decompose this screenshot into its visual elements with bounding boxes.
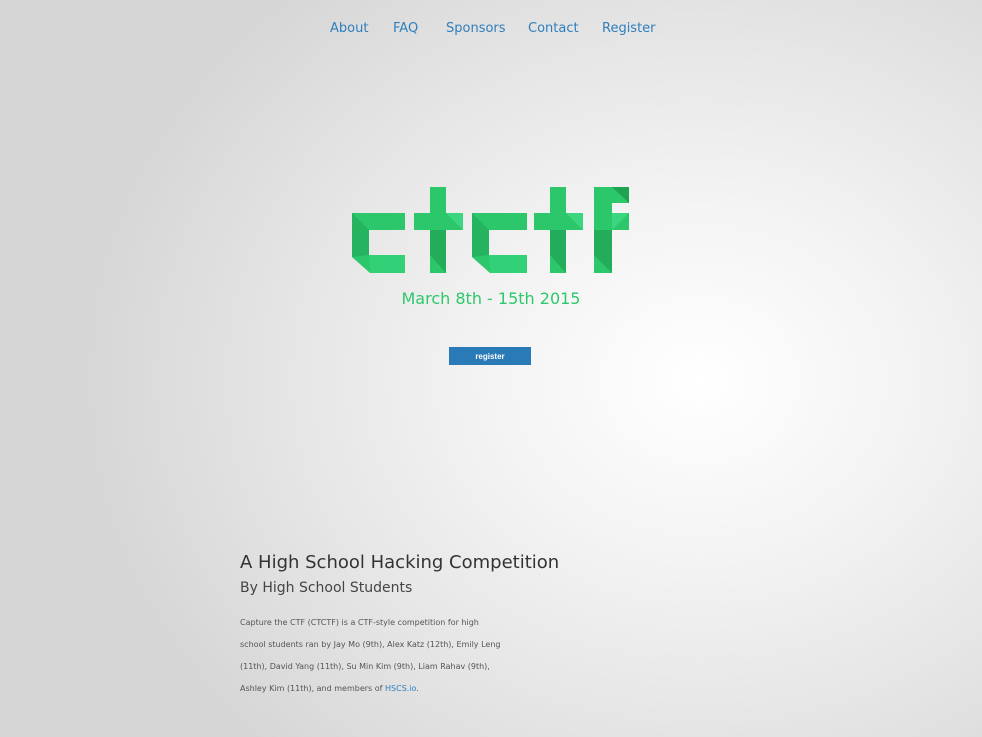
ctctf-logo <box>352 187 629 273</box>
about-line-2: school students ran by Jay Mo (9th), Ale… <box>240 640 501 649</box>
section-subheading: By High School Students <box>240 580 413 596</box>
logo-letter-f <box>594 187 629 273</box>
about-line-4: Ashley Kim (11th), and members of HSCS.i… <box>240 678 540 700</box>
about-paragraph: Capture the CTF (CTCTF) is a CTF-style c… <box>240 612 540 700</box>
about-line-3: (11th), David Yang (11th), Su Min Kim (9… <box>240 662 490 671</box>
logo-letter-t1 <box>414 187 463 273</box>
about-line-1: Capture the CTF (CTCTF) is a CTF-style c… <box>240 618 479 627</box>
nav-faq-link[interactable]: FAQ <box>393 19 418 39</box>
nav-contact-link[interactable]: Contact <box>528 19 579 39</box>
event-dates: March 8th - 15th 2015 <box>401 289 581 308</box>
nav-register-link[interactable]: Register <box>602 19 656 39</box>
hscs-link[interactable]: HSCS.io <box>385 684 416 693</box>
logo-letter-t2 <box>534 187 583 273</box>
logo-letter-c2 <box>472 213 527 273</box>
nav-about-link[interactable]: About <box>330 19 368 39</box>
about-line-4-suffix: . <box>416 684 419 693</box>
nav-sponsors-link[interactable]: Sponsors <box>446 19 506 39</box>
logo-letter-c1 <box>352 213 405 273</box>
section-heading: A High School Hacking Competition <box>240 552 560 573</box>
about-line-4-text: Ashley Kim (11th), and members of <box>240 684 386 693</box>
register-button[interactable]: register <box>449 347 531 365</box>
top-nav: About FAQ Sponsors Contact Register <box>0 19 982 39</box>
